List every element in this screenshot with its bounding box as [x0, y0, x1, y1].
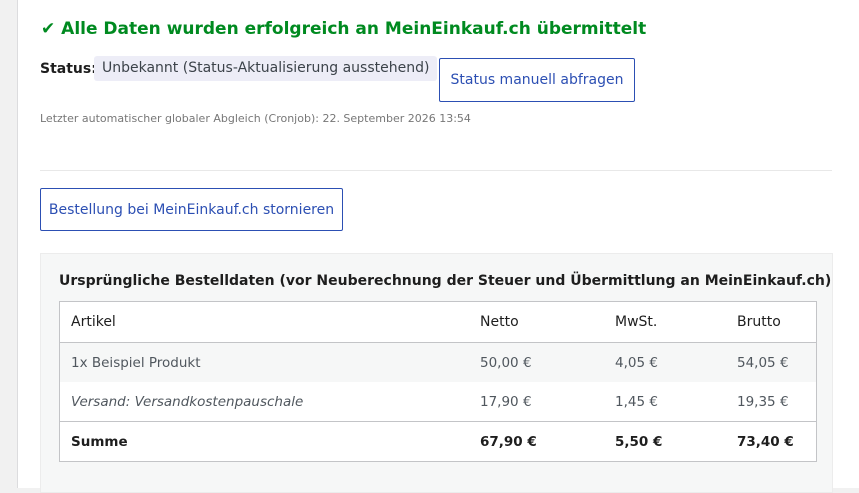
success-message: ✔ Alle Daten wurden erfolgreich an MeinE…	[41, 19, 646, 39]
table-row: 1x Beispiel Produkt 50,00 € 4,05 € 54,05…	[59, 342, 817, 382]
column-header-vat: MwSt.	[604, 301, 726, 343]
original-order-table: Artikel Netto MwSt. Brutto 1x Beispiel P…	[59, 301, 817, 462]
column-header-article: Artikel	[59, 301, 469, 343]
cell-vat: 1,45 €	[615, 393, 658, 410]
query-status-button[interactable]: Status manuell abfragen	[439, 58, 635, 102]
original-order-box: Ursprüngliche Bestelldaten (vor Neuberec…	[40, 253, 833, 493]
total-vat: 5,50 €	[604, 421, 726, 462]
cell-gross: 54,05 €	[726, 342, 817, 382]
status-label: Status:	[40, 61, 97, 77]
cell-vat: 4,05 €	[604, 342, 726, 382]
status-badge: Unbekannt (Status-Aktualisierung aussteh…	[94, 56, 438, 81]
cell-net: 50,00 €	[469, 342, 604, 382]
total-net: 67,90 €	[469, 421, 604, 462]
table-header-row: Artikel Netto MwSt. Brutto	[59, 301, 817, 343]
cell-article: Versand: Versandkostenpauschale	[71, 393, 304, 410]
cell-net: 17,90 €	[480, 393, 532, 410]
column-header-net: Netto	[469, 301, 604, 343]
divider	[40, 170, 832, 171]
table-total-row: Summe 67,90 € 5,50 € 73,40 €	[59, 421, 817, 462]
check-icon: ✔	[41, 19, 56, 39]
cell-article: 1x Beispiel Produkt	[59, 342, 469, 382]
cell-gross: 19,35 €	[737, 393, 789, 410]
table-row: Versand: Versandkostenpauschale 17,90 € …	[60, 382, 817, 422]
cancel-order-button[interactable]: Bestellung bei MeinEinkauf.ch stornieren	[40, 188, 343, 231]
total-gross: 73,40 €	[726, 421, 817, 462]
success-text: Alle Daten wurden erfolgreich an MeinEin…	[61, 19, 647, 39]
total-label: Summe	[59, 421, 469, 462]
column-header-gross: Brutto	[726, 301, 817, 343]
cron-sync-note: Letzter automatischer globaler Abgleich …	[40, 112, 471, 125]
original-order-title: Ursprüngliche Bestelldaten (vor Neuberec…	[59, 273, 832, 289]
